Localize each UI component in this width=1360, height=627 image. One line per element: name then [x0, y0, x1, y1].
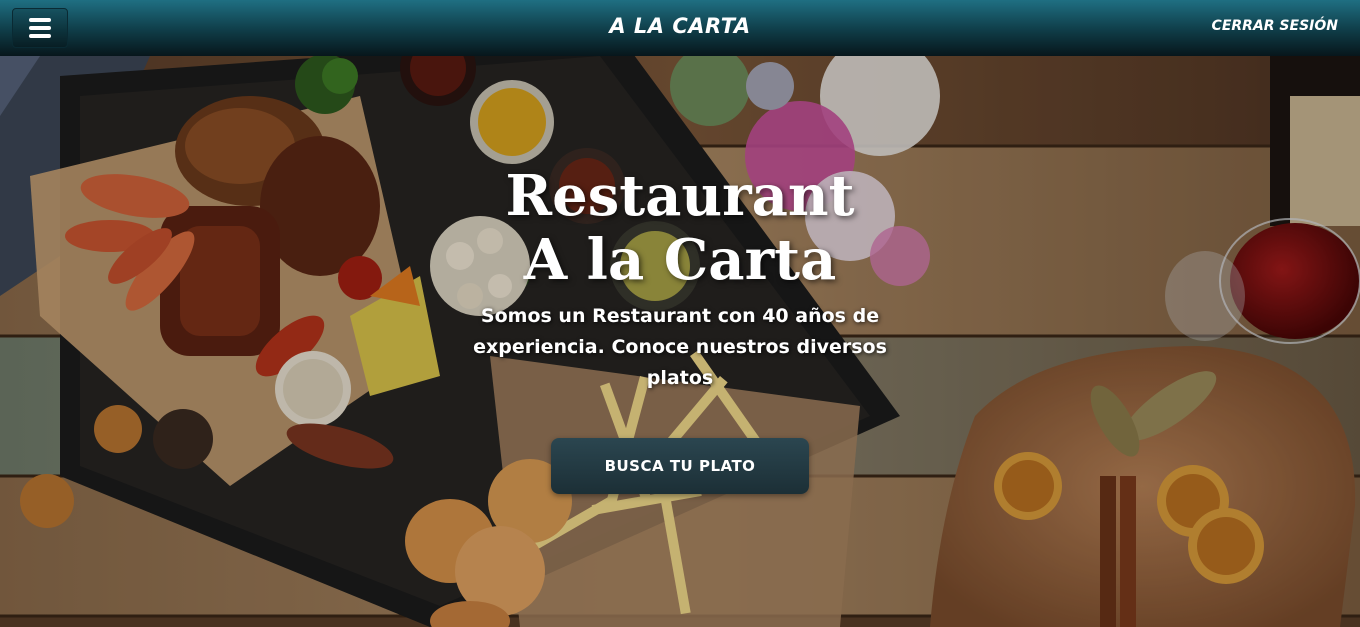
hero-subtitle: Somos un Restaurant con 40 años de exper… [473, 305, 887, 389]
hero-title-line1: Restaurant [505, 163, 855, 229]
search-dish-button[interactable]: BUSCA TU PLATO [551, 438, 809, 494]
brand-title[interactable]: A LA CARTA [0, 14, 1360, 38]
logout-link[interactable]: CERRAR SESIÓN [1212, 18, 1338, 34]
hero-title: Restaurant A la Carta [380, 164, 980, 292]
hero-section: Restaurant A la Carta Somos un Restauran… [0, 56, 1360, 627]
page: A LA CARTA CERRAR SESIÓN Restaurant A la… [0, 0, 1360, 627]
hero-title-line2: A la Carta [523, 227, 837, 293]
top-navbar: A LA CARTA CERRAR SESIÓN [0, 0, 1360, 56]
